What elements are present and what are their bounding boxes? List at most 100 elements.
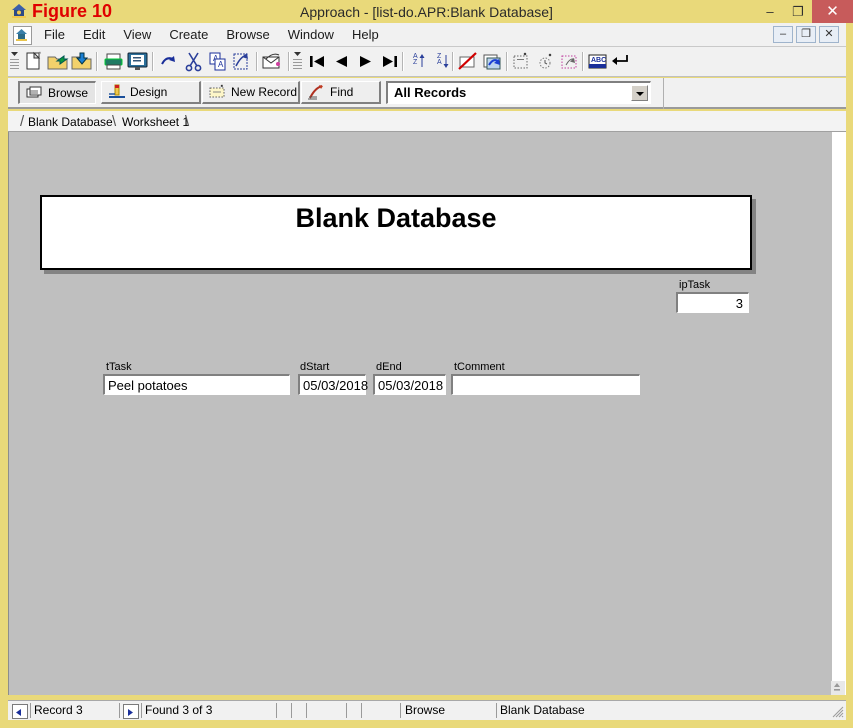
open-folder-icon[interactable] (46, 50, 69, 73)
enter-icon[interactable] (609, 50, 632, 73)
browse-icon (24, 84, 46, 102)
workspace-right-gutter (832, 132, 846, 695)
status-record: Record 3 (34, 701, 83, 720)
print-icon[interactable] (102, 50, 125, 73)
paste-icon[interactable] (230, 50, 253, 73)
mdi-minimize-button[interactable]: – (773, 26, 793, 43)
toolbar-separator (96, 52, 98, 71)
svg-text:Z: Z (413, 59, 418, 66)
status-mode: Browse (405, 701, 445, 720)
form-title-text: Blank Database (42, 203, 750, 234)
menu-item-window[interactable]: Window (279, 23, 343, 47)
duplicate-record-icon[interactable] (534, 50, 557, 73)
browse-button-label: Browse (48, 86, 88, 100)
field-dStart[interactable]: 05/03/2018 (298, 374, 366, 395)
approach-document-icon[interactable] (13, 26, 32, 45)
window-title-text: Approach - [list-do.APR:Blank Database] (0, 4, 853, 20)
last-record-icon[interactable] (378, 50, 401, 73)
tab-worksheet-1[interactable]: Worksheet 1 (122, 113, 189, 131)
copy-icon[interactable]: AA (206, 50, 229, 73)
tab-blank-database[interactable]: Blank Database (28, 113, 113, 131)
toolbar-separator (402, 52, 404, 71)
mail-send-icon[interactable] (260, 50, 283, 73)
find-button[interactable]: Find (301, 81, 381, 104)
record-filter-combobox[interactable]: All Records (386, 81, 651, 104)
status-bar: Record 3 Found 3 of 3 Browse Blank Datab… (8, 700, 846, 720)
window-right-border (846, 23, 853, 720)
window-title-bar: Figure 10 Approach - [list-do.APR:Blank … (0, 0, 853, 23)
previous-record-icon[interactable] (12, 704, 28, 719)
form-title-panel: Blank Database (40, 195, 752, 270)
field-ipTask-value: 3 (736, 296, 743, 311)
field-tTask-value: Peel potatoes (108, 378, 188, 393)
save-folder-icon[interactable] (70, 50, 93, 73)
action-bar-separator (663, 78, 664, 109)
tab-slash-right: \ (185, 112, 195, 131)
toolbar-separator (256, 52, 258, 71)
resize-grip[interactable] (830, 704, 844, 718)
chevron-down-icon[interactable] (631, 85, 648, 101)
new-record-button[interactable]: New Record (202, 81, 300, 104)
next-record-icon[interactable] (354, 50, 377, 73)
browse-button[interactable]: Browse (18, 81, 96, 104)
design-button[interactable]: Design (101, 81, 201, 104)
next-record-icon[interactable] (123, 704, 139, 719)
menu-item-browse[interactable]: Browse (217, 23, 278, 47)
find-button-label: Find (330, 85, 353, 99)
menu-item-file[interactable]: File (35, 23, 74, 47)
menu-item-view[interactable]: View (114, 23, 160, 47)
svg-text:ABC: ABC (591, 57, 606, 64)
window-minimize-button[interactable]: – (756, 0, 784, 23)
new-record-button-label: New Record (231, 85, 297, 99)
field-ipTask[interactable]: 3 (676, 292, 749, 313)
field-tTask[interactable]: Peel potatoes (103, 374, 290, 395)
toolbar-separator (288, 52, 290, 71)
window-left-border (0, 23, 8, 720)
menu-item-help[interactable]: Help (343, 23, 388, 47)
record-filter-value: All Records (394, 85, 466, 100)
new-record-icon[interactable] (510, 50, 533, 73)
refresh-records-icon[interactable] (480, 50, 503, 73)
status-found: Found 3 of 3 (145, 701, 212, 720)
label-tComment: tComment (454, 361, 505, 373)
spell-check-icon[interactable]: ABC (586, 50, 609, 73)
menu-item-create[interactable]: Create (160, 23, 217, 47)
mdi-restore-button[interactable]: ❐ (796, 26, 816, 43)
action-bar: Browse Design New Record Find All Record… (8, 78, 846, 109)
field-dEnd[interactable]: 05/03/2018 (373, 374, 446, 395)
mdi-close-button[interactable]: ✕ (819, 26, 839, 43)
label-tTask: tTask (106, 361, 132, 373)
svg-text:A: A (437, 59, 442, 66)
design-icon (106, 83, 128, 101)
window-bottom-border (0, 720, 853, 728)
delete-record-icon[interactable] (558, 50, 581, 73)
print-preview-icon[interactable] (126, 50, 149, 73)
new-file-icon[interactable] (22, 50, 45, 73)
label-ipTask: ipTask (679, 279, 710, 291)
cut-icon[interactable] (182, 50, 205, 73)
new-record-icon (207, 83, 229, 101)
toolbar-separator (152, 52, 154, 71)
toolbar-separator (506, 52, 508, 71)
toolbar-grip-mid[interactable] (293, 51, 302, 72)
toolbar-separator (582, 52, 584, 71)
approach-application-window: Figure 10 Approach - [list-do.APR:Blank … (0, 0, 853, 728)
toolbar-grip-left[interactable] (10, 51, 19, 72)
hide-record-icon[interactable] (456, 50, 479, 73)
label-dEnd: dEnd (376, 361, 402, 373)
window-maximize-button[interactable]: ❐ (784, 0, 812, 23)
status-view: Blank Database (500, 701, 585, 720)
undo-icon[interactable] (158, 50, 181, 73)
sort-ascending-icon[interactable]: AZ (406, 50, 429, 73)
window-close-button[interactable]: ✕ (812, 0, 853, 23)
first-record-icon[interactable] (306, 50, 329, 73)
field-tComment[interactable] (451, 374, 640, 395)
field-dStart-value: 05/03/2018 (303, 378, 368, 393)
menu-bar: File Edit View Create Browse Window Help… (8, 23, 846, 47)
tab-slash-mid: \ (112, 112, 122, 131)
previous-record-icon[interactable] (330, 50, 353, 73)
sort-descending-icon[interactable]: ZA (430, 50, 453, 73)
view-tab-strip: / Blank Database \ Worksheet 1 \ (8, 111, 846, 132)
menu-item-edit[interactable]: Edit (74, 23, 114, 47)
field-dEnd-value: 05/03/2018 (378, 378, 443, 393)
